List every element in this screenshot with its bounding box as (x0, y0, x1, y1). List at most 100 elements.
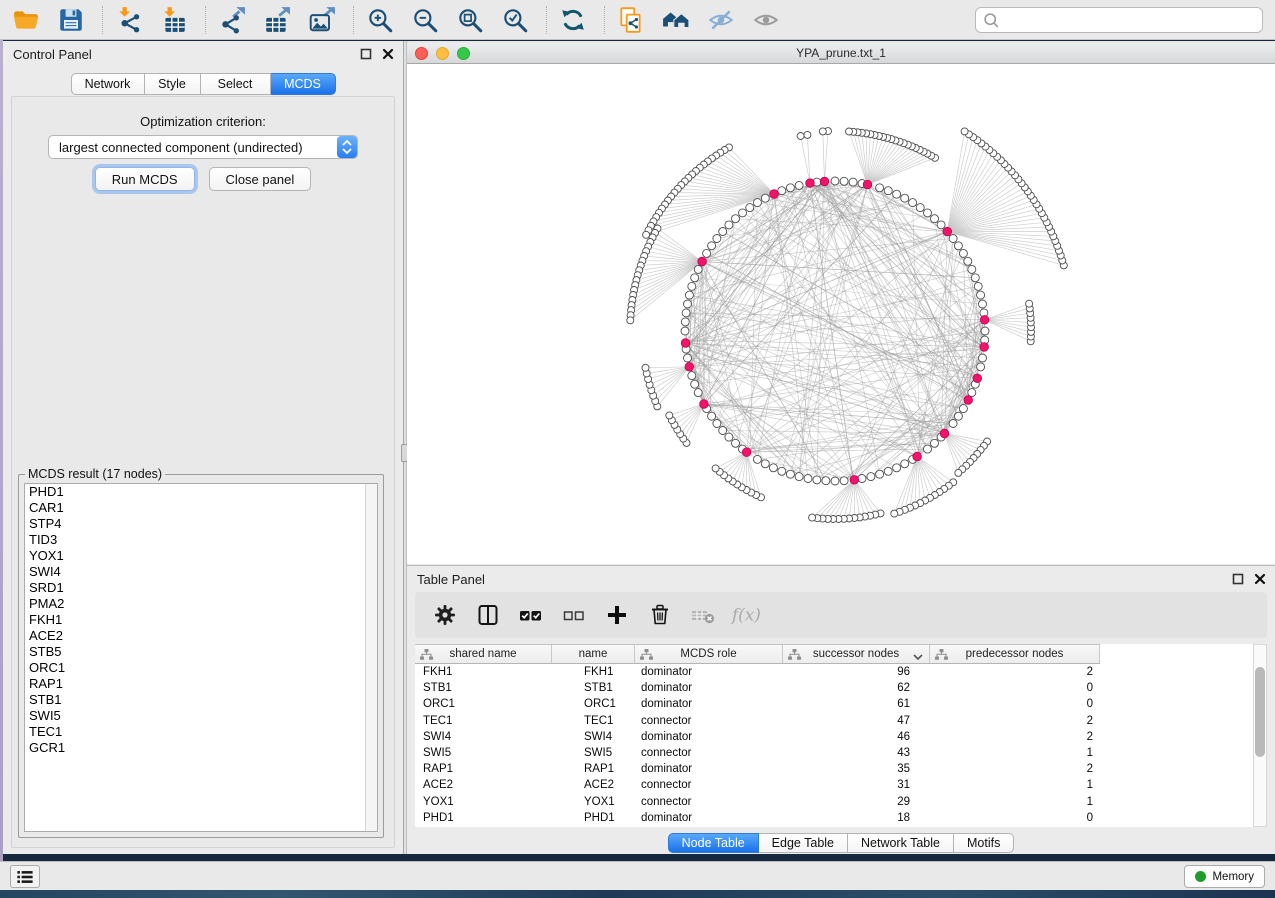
table-cell[interactable]: connector (635, 777, 783, 793)
table-row[interactable]: TEC1TEC1connector472 (415, 713, 1100, 729)
table-cell[interactable]: PHD1 (415, 810, 552, 826)
table-cell[interactable]: STB1 (552, 680, 635, 696)
table-row[interactable]: SWI4SWI4dominator462 (415, 729, 1100, 745)
tab-network[interactable]: Network (71, 73, 145, 95)
delete-column-trash-icon[interactable] (644, 599, 676, 631)
zoom-in-icon[interactable] (364, 4, 396, 36)
table-cell[interactable]: TEC1 (415, 713, 552, 729)
mcds-result-item[interactable]: STB5 (25, 644, 377, 660)
table-cell[interactable]: dominator (635, 761, 783, 777)
table-cell[interactable]: SWI4 (415, 729, 552, 745)
open-file-icon[interactable] (10, 4, 42, 36)
table-cell[interactable]: RAP1 (415, 761, 552, 777)
table-row[interactable]: ACE2ACE2connector311 (415, 777, 1100, 793)
memory-button[interactable]: Memory (1184, 865, 1265, 888)
table-cell[interactable]: 61 (783, 696, 930, 712)
table-cell[interactable]: 18 (783, 810, 930, 826)
mcds-result-item[interactable]: TEC1 (25, 724, 377, 740)
table-row[interactable]: YOX1YOX1connector291 (415, 794, 1100, 810)
mcds-result-item[interactable]: YOX1 (25, 548, 377, 564)
table-cell[interactable]: dominator (635, 810, 783, 826)
table-cell[interactable]: 0 (930, 680, 1100, 696)
select-all-rows-icon[interactable] (515, 599, 547, 631)
mcds-result-item[interactable]: PHD1 (25, 484, 377, 500)
table-cell[interactable]: 0 (930, 810, 1100, 826)
import-network-icon[interactable] (113, 4, 145, 36)
table-scrollbar-thumb[interactable] (1255, 667, 1265, 757)
table-cell[interactable]: FKH1 (552, 664, 635, 680)
table-cell[interactable]: 29 (783, 794, 930, 810)
table-cell[interactable]: PHD1 (552, 810, 635, 826)
table-cell[interactable]: FKH1 (415, 664, 552, 680)
table-cell[interactable]: SWI5 (415, 745, 552, 761)
mcds-result-item[interactable]: GCR1 (25, 740, 377, 756)
mcds-result-item[interactable]: SRD1 (25, 580, 377, 596)
network-canvas[interactable] (407, 64, 1275, 564)
table-cell[interactable]: connector (635, 713, 783, 729)
tab-edge-table[interactable]: Edge Table (759, 833, 848, 853)
table-cell[interactable]: YOX1 (415, 794, 552, 810)
criterion-dropdown[interactable]: largest connected component (undirected) (48, 135, 358, 159)
column-header-predecessor-nodes[interactable]: predecessor nodes (930, 645, 1100, 663)
table-cell[interactable]: dominator (635, 696, 783, 712)
mcds-result-item[interactable]: CAR1 (25, 500, 377, 516)
table-cell[interactable]: 96 (783, 664, 930, 680)
table-cell[interactable]: ORC1 (552, 696, 635, 712)
table-cell[interactable]: TEC1 (552, 713, 635, 729)
table-row[interactable]: RAP1RAP1dominator352 (415, 761, 1100, 777)
table-scrollbar[interactable] (1253, 644, 1267, 827)
close-panel-button[interactable]: Close panel (209, 167, 312, 191)
column-visibility-icon[interactable] (472, 599, 504, 631)
mcds-result-item[interactable]: ACE2 (25, 628, 377, 644)
table-cell[interactable]: 2 (930, 761, 1100, 777)
table-cell[interactable]: SWI4 (552, 729, 635, 745)
mcds-result-item[interactable]: STB1 (25, 692, 377, 708)
search-field[interactable] (975, 7, 1263, 33)
zoom-selected-icon[interactable] (499, 4, 531, 36)
table-cell[interactable]: 46 (783, 729, 930, 745)
table-cell[interactable]: 62 (783, 680, 930, 696)
tab-node-table[interactable]: Node Table (668, 833, 759, 853)
import-table-icon[interactable] (158, 4, 190, 36)
close-panel-icon[interactable] (1253, 572, 1267, 586)
table-cell[interactable]: 47 (783, 713, 930, 729)
table-cell[interactable]: 1 (930, 745, 1100, 761)
table-row[interactable]: ORC1ORC1dominator610 (415, 696, 1100, 712)
search-input[interactable] (1000, 10, 1262, 30)
first-neighbors-icon[interactable] (660, 4, 692, 36)
zoom-fit-icon[interactable] (454, 4, 486, 36)
run-mcds-button[interactable]: Run MCDS (95, 167, 195, 191)
table-cell[interactable]: ORC1 (415, 696, 552, 712)
zoom-out-icon[interactable] (409, 4, 441, 36)
tab-motifs[interactable]: Motifs (954, 833, 1014, 853)
save-session-icon[interactable] (55, 4, 87, 36)
show-panels-list-icon[interactable] (10, 865, 40, 888)
table-cell[interactable]: YOX1 (552, 794, 635, 810)
table-cell[interactable]: 2 (930, 729, 1100, 745)
table-cell[interactable]: 2 (930, 713, 1100, 729)
table-cell[interactable]: ACE2 (415, 777, 552, 793)
table-row[interactable]: PHD1PHD1dominator180 (415, 810, 1100, 826)
table-cell[interactable]: 35 (783, 761, 930, 777)
table-row[interactable]: FKH1FKH1dominator962 (415, 664, 1100, 680)
mcds-result-item[interactable]: PMA2 (25, 596, 377, 612)
mcds-result-item[interactable]: FKH1 (25, 612, 377, 628)
table-cell[interactable]: 31 (783, 777, 930, 793)
float-panel-icon[interactable] (359, 47, 373, 61)
table-cell[interactable]: connector (635, 794, 783, 810)
add-column-icon[interactable] (601, 599, 633, 631)
deselect-all-rows-icon[interactable] (558, 599, 590, 631)
table-cell[interactable]: STB1 (415, 680, 552, 696)
duplicate-network-icon[interactable] (615, 4, 647, 36)
table-row[interactable]: SWI5SWI5connector431 (415, 745, 1100, 761)
table-settings-gear-icon[interactable] (429, 599, 461, 631)
table-cell[interactable]: 1 (930, 794, 1100, 810)
export-network-icon[interactable] (216, 4, 248, 36)
table-row[interactable]: STB1STB1dominator620 (415, 680, 1100, 696)
network-titlebar[interactable]: YPA_prune.txt_1 (407, 43, 1275, 64)
table-cell[interactable]: RAP1 (552, 761, 635, 777)
minimize-window-icon[interactable] (436, 47, 449, 60)
table-cell[interactable]: dominator (635, 664, 783, 680)
close-window-icon[interactable] (415, 47, 428, 60)
mcds-result-item[interactable]: ORC1 (25, 660, 377, 676)
